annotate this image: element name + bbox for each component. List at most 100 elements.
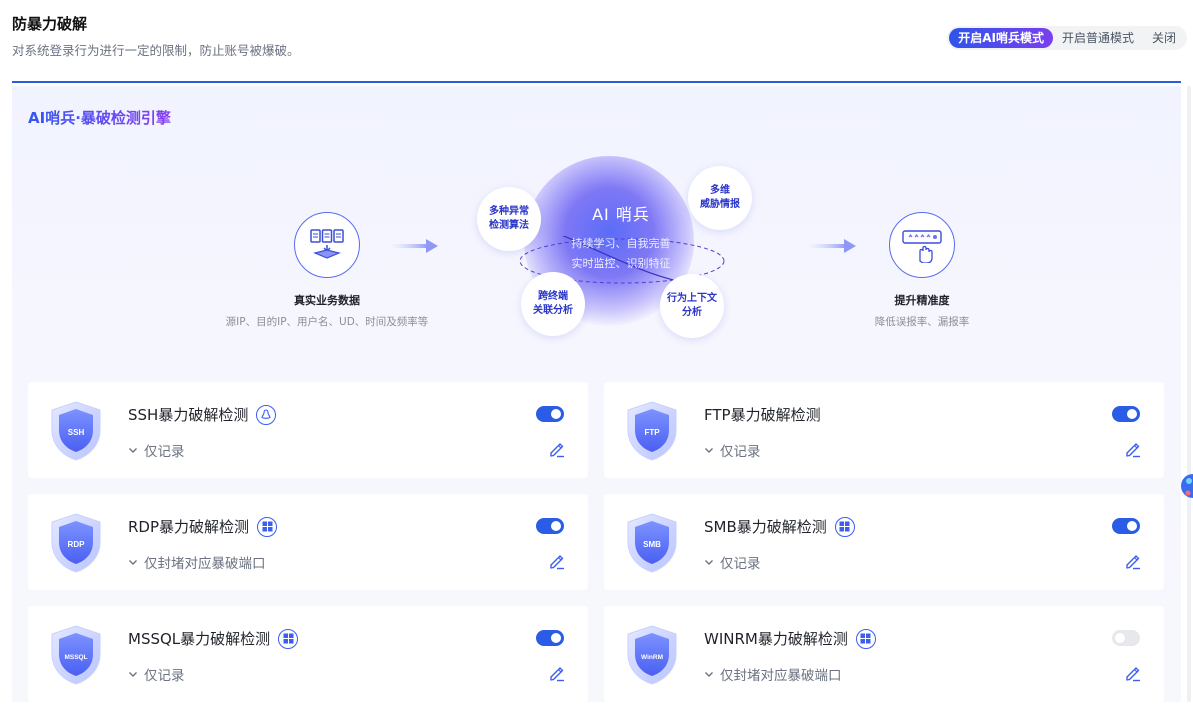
bubble-behavior-context: 行为上下文 分析 <box>660 274 724 338</box>
engine-title: AI哨兵·暴破检测引擎 <box>28 109 171 127</box>
card-title-text: SMB暴力破解检测 <box>704 518 827 536</box>
rdp-mode-dropdown[interactable]: 仅封堵对应暴破端口 <box>128 552 266 572</box>
header-divider <box>12 81 1181 83</box>
card-title-text: WINRM暴力破解检测 <box>704 630 848 648</box>
toggle-knob <box>1127 521 1137 531</box>
bubble-threat-intel: 多维 威胁情报 <box>688 166 752 230</box>
shield-label: SMB <box>643 540 661 549</box>
shield-icon: MSSQL <box>51 625 101 685</box>
edit-icon[interactable] <box>1124 440 1142 458</box>
ai-core-line1: 持续学习、自我完善 <box>571 237 671 250</box>
windows-icon <box>834 516 855 537</box>
shield-icon: FTP <box>627 401 677 461</box>
flow-input-label: 真实业务数据 <box>294 294 360 307</box>
ssh-mode-dropdown[interactable]: 仅记录 <box>128 440 185 460</box>
bubble-label: 行为上下文 分析 <box>667 293 717 318</box>
scrollbar[interactable] <box>1187 86 1191 702</box>
page-title: 防暴力破解 <box>12 15 88 33</box>
rdp-title: RDP暴力破解检测 <box>128 516 278 537</box>
mssql-toggle[interactable] <box>536 630 564 646</box>
edit-icon[interactable] <box>548 552 566 570</box>
precision-touch-icon <box>889 212 955 278</box>
ftp-title: FTP暴力破解检测 <box>704 404 821 425</box>
winrm-mode-dropdown[interactable]: 仅封堵对应暴破端口 <box>704 664 842 684</box>
chevron-down-icon <box>129 672 137 677</box>
rdp-card: RDP RDP暴力破解检测 仅封堵对应暴破端口 <box>28 494 588 590</box>
edit-icon[interactable] <box>548 664 566 682</box>
chevron-down-icon <box>129 448 137 453</box>
shield-label: WinRM <box>641 654 663 661</box>
card-mode-text: 仅记录 <box>720 556 761 572</box>
arrow-right-icon <box>390 239 438 253</box>
toggle-knob <box>1127 409 1137 419</box>
mssql-title: MSSQL暴力破解检测 <box>128 628 299 649</box>
flow-output-label: 提升精准度 <box>894 294 950 307</box>
card-title-text: FTP暴力破解检测 <box>704 406 821 424</box>
toggle-knob <box>551 409 561 419</box>
ftp-mode-dropdown[interactable]: 仅记录 <box>704 440 761 460</box>
smb-mode-dropdown[interactable]: 仅记录 <box>704 552 761 572</box>
card-title-text: RDP暴力破解检测 <box>128 518 250 536</box>
mssql-card: MSSQL MSSQL暴力破解检测 仅记录 <box>28 606 588 702</box>
shield-icon: SMB <box>627 513 677 573</box>
chevron-down-icon <box>705 672 713 677</box>
ssh-title: SSH暴力破解检测 <box>128 404 277 425</box>
mssql-mode-dropdown[interactable]: 仅记录 <box>128 664 185 684</box>
card-title-text: SSH暴力破解检测 <box>128 406 249 424</box>
ai-core-title: AI 哨兵 <box>592 205 650 224</box>
flow-input-sub: 源IP、目的IP、用户名、UD、时间及频率等 <box>225 316 429 328</box>
chevron-down-icon <box>705 448 713 453</box>
shield-icon: WinRM <box>627 625 677 685</box>
ssh-card: SSH SSH暴力破解检测 仅记录 <box>28 382 588 478</box>
documents-icon <box>294 212 360 278</box>
bubble-label: 跨终端 关联分析 <box>533 291 573 316</box>
shield-icon: RDP <box>51 513 101 573</box>
toggle-knob <box>551 521 561 531</box>
toggle-knob <box>1115 633 1125 643</box>
mode-ai-sentinel-button[interactable]: 开启AI哨兵模式 <box>949 28 1053 48</box>
windows-icon <box>257 516 278 537</box>
smb-toggle[interactable] <box>1112 518 1140 534</box>
bubble-cross-terminal: 跨终端 关联分析 <box>521 272 585 336</box>
winrm-title: WINRM暴力破解检测 <box>704 628 876 649</box>
ai-core-line2: 实时监控、识别特征 <box>571 257 671 270</box>
chevron-down-icon <box>129 560 137 565</box>
bubble-anomaly-algorithms: 多种异常 检测算法 <box>477 187 541 251</box>
mode-switch: 开启AI哨兵模式 开启普通模式 关闭 <box>947 26 1187 50</box>
mode-normal-button[interactable]: 开启普通模式 <box>1053 28 1143 48</box>
flow-output-sub: 降低误报率、漏报率 <box>874 316 970 328</box>
chevron-down-icon <box>705 560 713 565</box>
card-mode-text: 仅记录 <box>144 668 185 684</box>
bubble-label: 多维 威胁情报 <box>700 185 740 210</box>
winrm-toggle[interactable] <box>1112 630 1140 646</box>
bubble-label: 多种异常 检测算法 <box>489 206 529 231</box>
shield-label: SSH <box>68 428 85 437</box>
linux-icon <box>256 404 277 425</box>
page-header: 防暴力破解 对系统登录行为进行一定的限制，防止账号被爆破。 <box>12 14 300 59</box>
card-mode-text: 仅封堵对应暴破端口 <box>144 556 266 572</box>
edit-icon[interactable] <box>1124 552 1142 570</box>
shield-label: FTP <box>644 428 660 437</box>
rdp-toggle[interactable] <box>536 518 564 534</box>
edit-icon[interactable] <box>548 440 566 458</box>
card-title-text: MSSQL暴力破解检测 <box>128 630 271 648</box>
ssh-toggle[interactable] <box>536 406 564 422</box>
winrm-card: WinRM WINRM暴力破解检测 仅封堵对应暴破端口 <box>604 606 1164 702</box>
card-mode-text: 仅记录 <box>720 444 761 460</box>
windows-icon <box>855 628 876 649</box>
card-mode-text: 仅记录 <box>144 444 185 460</box>
ftp-toggle[interactable] <box>1112 406 1140 422</box>
shield-label: MSSQL <box>64 654 87 661</box>
flow-output: 提升精准度 降低误报率、漏报率 <box>842 212 1002 329</box>
toggle-knob <box>551 633 561 643</box>
shield-icon: SSH <box>51 401 101 461</box>
mode-off-button[interactable]: 关闭 <box>1143 28 1185 48</box>
edit-icon[interactable] <box>1124 664 1142 682</box>
windows-icon <box>278 628 299 649</box>
smb-card: SMB SMB暴力破解检测 仅记录 <box>604 494 1164 590</box>
smb-title: SMB暴力破解检测 <box>704 516 855 537</box>
flow-input: 真实业务数据 源IP、目的IP、用户名、UD、时间及频率等 <box>212 212 442 329</box>
assistant-widget-icon[interactable] <box>1179 468 1193 504</box>
card-mode-text: 仅封堵对应暴破端口 <box>720 668 842 684</box>
shield-label: RDP <box>68 540 86 549</box>
